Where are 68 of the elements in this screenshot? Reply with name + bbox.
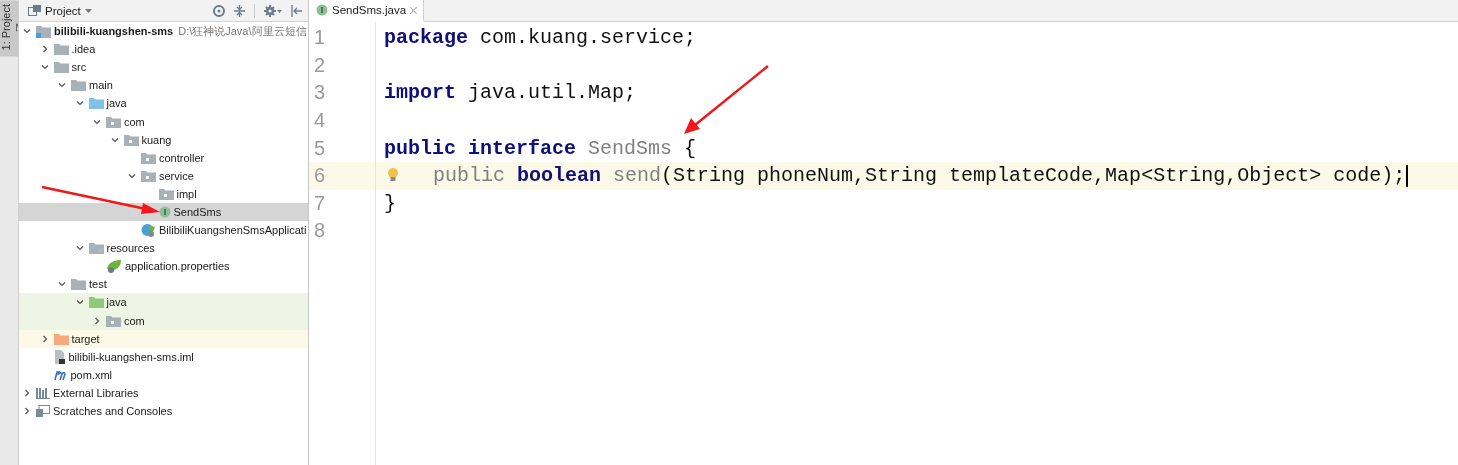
code-line: package com.kuang.service; (384, 26, 697, 50)
text-caret (1406, 164, 1409, 187)
dropdown-icon (84, 8, 92, 13)
line-number: 6 (314, 164, 326, 188)
code-line: } (384, 191, 396, 215)
tree-item[interactable]: pom.xml (19, 365, 308, 384)
line-number: 3 (314, 81, 326, 105)
tree-item[interactable]: java (19, 94, 308, 113)
chevron-down-icon[interactable] (58, 280, 66, 289)
maven-icon (53, 368, 68, 381)
window-icon (28, 5, 41, 16)
tree-item[interactable]: BilibiliKuangshenSmsApplicati (19, 221, 308, 240)
line-number: 8 (314, 219, 326, 243)
code-line: public interface SendSms { (384, 136, 697, 160)
chevron-right-icon[interactable] (23, 407, 31, 415)
library-icon (36, 386, 50, 399)
tree-item[interactable]: controller (19, 148, 308, 167)
chevron-down-icon[interactable] (58, 81, 66, 90)
line-number: 5 (314, 136, 326, 160)
hide-icon[interactable] (291, 4, 302, 17)
leaf-icon (106, 259, 122, 274)
code-line: import java.util.Map; (384, 81, 637, 105)
tree-item[interactable]: SendSms (19, 202, 308, 222)
project-path: D:\狂神说Java\阿里云短信 (178, 23, 307, 39)
chevron-down-icon[interactable] (40, 63, 49, 72)
tree-item[interactable]: service (19, 166, 308, 185)
chevron-down-icon[interactable] (93, 117, 101, 126)
tree-item[interactable]: java (19, 293, 308, 312)
tree-item[interactable]: .idea (19, 40, 308, 59)
tree-item[interactable]: resources (19, 239, 308, 258)
locate-icon[interactable] (213, 4, 225, 17)
tree-item[interactable]: test (19, 275, 308, 294)
tree-item[interactable]: application.properties (19, 257, 308, 276)
project-view-selector[interactable]: Project (28, 4, 92, 17)
code-line: public boolean send(String phoneNum,String templateCode,Map<String,Object> code); (433, 164, 1406, 188)
chevron-right-icon[interactable] (40, 45, 49, 54)
line-number: 2 (314, 53, 326, 77)
tree-item[interactable]: bilibili-kuangshen-sms.iml (19, 347, 308, 366)
scratches-icon (36, 405, 50, 417)
class-icon (141, 223, 156, 238)
tree-item[interactable]: kuang (19, 130, 308, 149)
tree-item[interactable]: impl (19, 184, 308, 203)
tree-item[interactable]: com (19, 112, 308, 131)
lightbulb-icon[interactable] (387, 166, 399, 183)
tree-item[interactable]: src (19, 58, 308, 77)
file-icon (53, 349, 66, 364)
chevron-down-icon[interactable] (75, 99, 84, 108)
line-number: 4 (314, 109, 326, 133)
chevron-down-icon[interactable] (23, 27, 31, 36)
interface-icon (158, 206, 171, 218)
chevron-down-icon[interactable] (75, 244, 84, 253)
chevron-right-icon[interactable] (23, 388, 31, 397)
tree-item[interactable]: Scratches and Consoles (19, 401, 308, 421)
settings-icon[interactable] (264, 4, 282, 17)
tree-item[interactable]: bilibili-kuangshen-sms D:\狂神说Java\阿里云短信 (19, 22, 308, 41)
chevron-right-icon[interactable] (40, 334, 49, 343)
editor-tab[interactable]: SendSms.java (309, 0, 425, 22)
collapse-icon[interactable] (234, 4, 245, 17)
chevron-down-icon[interactable] (110, 135, 119, 144)
project-tool-tab[interactable]: 1: Project (0, 0, 18, 57)
interface-icon (316, 4, 328, 16)
line-number: 1 (314, 26, 326, 50)
tree-item[interactable]: External Libraries (19, 383, 308, 402)
chevron-down-icon[interactable] (128, 171, 136, 180)
chevron-right-icon[interactable] (93, 316, 101, 325)
tree-item[interactable]: main (19, 76, 308, 95)
line-number: 7 (314, 191, 326, 215)
chevron-down-icon[interactable] (75, 298, 84, 307)
